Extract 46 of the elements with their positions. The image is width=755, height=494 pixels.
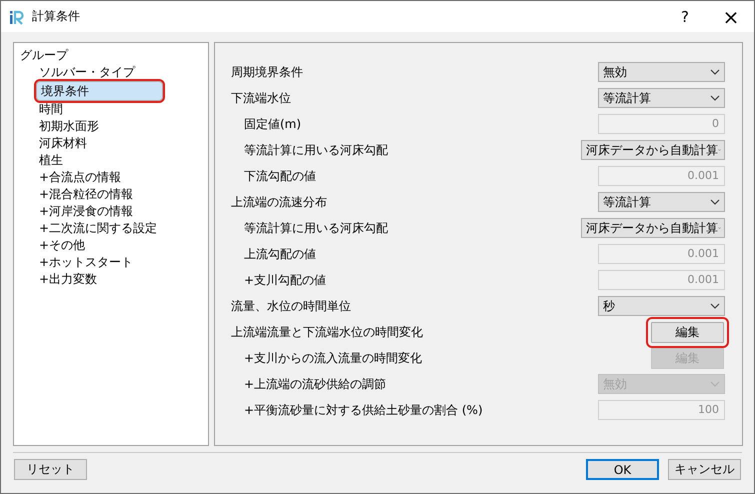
setting-label: 下流端水位: [231, 90, 291, 106]
close-button[interactable]: ×: [708, 1, 754, 32]
tree-item[interactable]: +出力変数: [36, 271, 202, 288]
chevron-icon: [710, 95, 720, 101]
setting-label: +支川勾配の値: [243, 272, 326, 288]
chevron-icon: [710, 303, 720, 309]
dropdown[interactable]: 秒: [598, 296, 725, 316]
window-title: 計算条件: [32, 8, 80, 25]
setting-label: 上流端の流速分布: [231, 194, 327, 210]
dropdown[interactable]: 等流計算: [598, 192, 725, 212]
dropdown[interactable]: 河床データから自動計算: [581, 140, 725, 160]
tree-item[interactable]: +混合粒径の情報: [36, 186, 202, 203]
dropdown[interactable]: 無効: [598, 62, 725, 82]
chevron-icon: [710, 199, 720, 205]
setting-label: 上流勾配の値: [243, 246, 316, 262]
setting-label: 下流勾配の値: [243, 168, 316, 184]
setting-label: +上流端の流砂供給の調節: [243, 376, 386, 392]
tree-item[interactable]: 初期水面形: [36, 118, 202, 135]
tree-item[interactable]: +合流点の情報: [36, 169, 202, 186]
chevron-icon: [710, 69, 720, 75]
tree-item[interactable]: 境界条件: [36, 81, 163, 101]
tree-item[interactable]: +二次流に関する設定: [36, 220, 202, 237]
setting-label: 上流端流量と下流端水位の時間変化: [231, 324, 423, 340]
setting-label: 周期境界条件: [231, 64, 303, 80]
setting-label: +平衡流砂量に対する供給土砂量の割合 (%): [243, 402, 483, 418]
dropdown[interactable]: 河床データから自動計算: [581, 218, 725, 238]
setting-label: 流量、水位の時間単位: [231, 298, 351, 314]
reset-button[interactable]: リセット: [14, 459, 87, 480]
tree-item[interactable]: +ホットスタート: [36, 254, 202, 271]
ok-button[interactable]: OK: [586, 459, 659, 480]
cancel-button[interactable]: キャンセル: [668, 459, 741, 480]
chevron-icon: [710, 381, 720, 387]
help-button[interactable]: ?: [662, 1, 708, 32]
setting-label: 等流計算に用いる河床勾配: [243, 142, 388, 158]
tree-item[interactable]: +河岸浸食の情報: [36, 203, 202, 220]
tree-item[interactable]: 時間: [36, 101, 202, 118]
setting-label: +支川からの流入流量の時間変化: [243, 350, 422, 366]
tree-item[interactable]: 植生: [36, 152, 202, 169]
tree-root[interactable]: グループ: [18, 47, 204, 64]
setting-label: 固定値(m): [243, 116, 302, 132]
tree-item[interactable]: 河床材料: [36, 135, 202, 152]
setting-label: 等流計算に用いる河床勾配: [243, 220, 388, 236]
tree-item[interactable]: +その他: [36, 237, 202, 254]
dropdown[interactable]: 等流計算: [598, 88, 725, 108]
app-logo-icon: [9, 8, 25, 24]
tree-item[interactable]: ソルバー・タイプ: [36, 64, 202, 81]
